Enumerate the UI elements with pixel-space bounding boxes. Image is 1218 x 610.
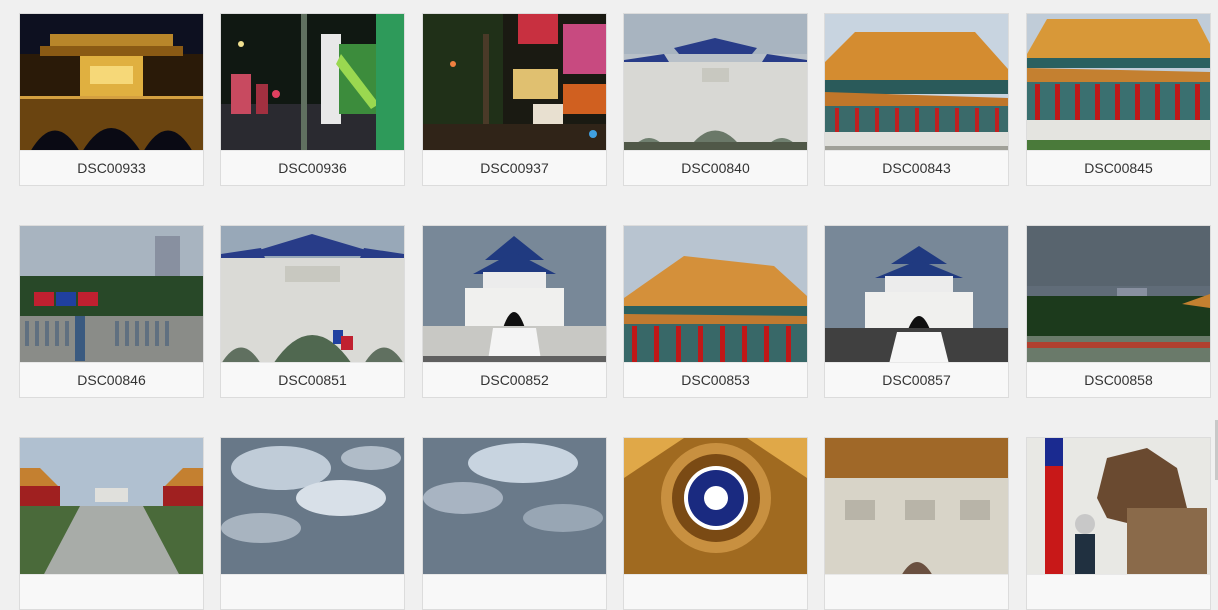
photo-thumbnail[interactable] — [825, 438, 1008, 576]
photo-thumbnail[interactable] — [1027, 14, 1210, 152]
photo-caption: DSC00858 — [1027, 362, 1210, 397]
photo-thumbnail[interactable] — [221, 438, 404, 576]
photo-card[interactable]: DSC00846 — [19, 225, 204, 398]
photo-caption: DSC00846 — [20, 362, 203, 397]
photo-card[interactable]: DSC00843 — [824, 13, 1009, 186]
photo-thumbnail[interactable] — [423, 14, 606, 152]
photo-thumbnail[interactable] — [423, 438, 606, 576]
photo-caption: DSC00937 — [423, 150, 606, 185]
photo-card[interactable] — [824, 437, 1009, 610]
photo-thumbnail[interactable] — [624, 438, 807, 576]
photo-card[interactable] — [623, 437, 808, 610]
photo-caption: DSC00853 — [624, 362, 807, 397]
photo-caption — [825, 574, 1008, 609]
photo-card[interactable] — [422, 437, 607, 610]
photo-caption: DSC00933 — [20, 150, 203, 185]
photo-caption: DSC00840 — [624, 150, 807, 185]
photo-thumbnail[interactable] — [825, 226, 1008, 364]
photo-caption: DSC00845 — [1027, 150, 1210, 185]
photo-thumbnail[interactable] — [221, 226, 404, 364]
photo-card[interactable]: DSC00933 — [19, 13, 204, 186]
photo-thumbnail[interactable] — [20, 438, 203, 576]
photo-thumbnail[interactable] — [20, 226, 203, 364]
photo-thumbnail[interactable] — [1027, 226, 1210, 364]
photo-caption: DSC00852 — [423, 362, 606, 397]
photo-card[interactable]: DSC00936 — [220, 13, 405, 186]
photo-card[interactable]: DSC00937 — [422, 13, 607, 186]
photo-caption — [624, 574, 807, 609]
photo-card[interactable]: DSC00857 — [824, 225, 1009, 398]
photo-card[interactable] — [1026, 437, 1211, 610]
photo-caption: DSC00843 — [825, 150, 1008, 185]
photo-gallery: DSC00933 DSC00936 DSC00937 DSC00840 DSC0… — [19, 13, 1217, 610]
photo-caption — [20, 574, 203, 609]
photo-thumbnail[interactable] — [423, 226, 606, 364]
photo-card[interactable]: DSC00853 — [623, 225, 808, 398]
photo-thumbnail[interactable] — [20, 14, 203, 152]
photo-thumbnail[interactable] — [825, 14, 1008, 152]
photo-card[interactable]: DSC00845 — [1026, 13, 1211, 186]
photo-caption: DSC00857 — [825, 362, 1008, 397]
photo-caption — [221, 574, 404, 609]
photo-thumbnail[interactable] — [221, 14, 404, 152]
photo-card[interactable] — [220, 437, 405, 610]
photo-card[interactable]: DSC00851 — [220, 225, 405, 398]
photo-card[interactable]: DSC00858 — [1026, 225, 1211, 398]
photo-card[interactable]: DSC00840 — [623, 13, 808, 186]
photo-card[interactable] — [19, 437, 204, 610]
photo-caption — [423, 574, 606, 609]
photo-thumbnail[interactable] — [624, 14, 807, 152]
photo-caption — [1027, 574, 1210, 609]
photo-thumbnail[interactable] — [624, 226, 807, 364]
photo-card[interactable]: DSC00852 — [422, 225, 607, 398]
photo-caption: DSC00936 — [221, 150, 404, 185]
photo-thumbnail[interactable] — [1027, 438, 1210, 576]
photo-caption: DSC00851 — [221, 362, 404, 397]
